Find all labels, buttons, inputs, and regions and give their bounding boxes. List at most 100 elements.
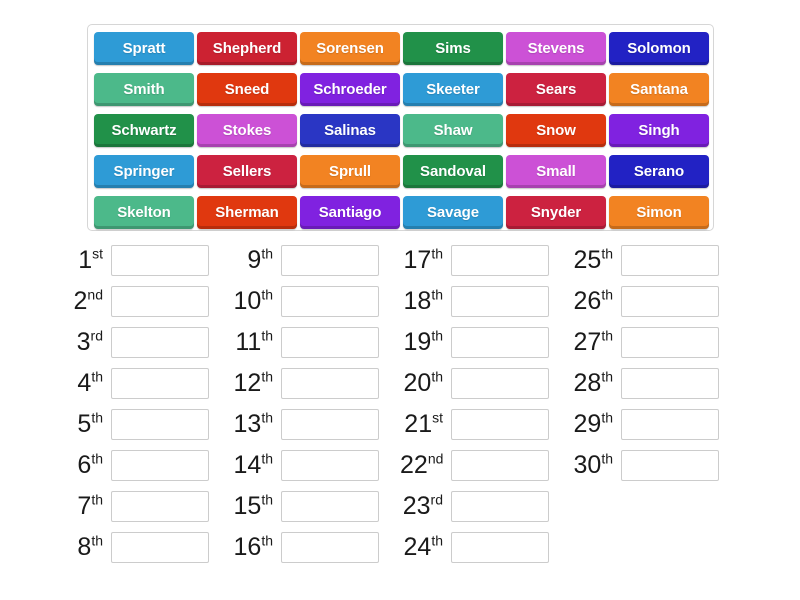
answer-slot[interactable] [111,491,209,522]
rank-ordinal: 29th [570,411,621,437]
answer-row: 16th [230,527,400,568]
answer-slot[interactable] [281,245,379,276]
answer-row: 22nd [400,445,570,486]
name-tile[interactable]: Sneed [197,73,297,106]
rank-number: 28 [573,369,602,397]
rank-number: 6 [77,451,92,479]
answer-slot[interactable] [281,286,379,317]
name-tile[interactable]: Snyder [506,196,606,229]
rank-suffix: th [91,491,103,508]
name-tile[interactable]: Skelton [94,196,194,229]
rank-number: 9 [247,246,262,274]
answer-row: 25th [570,240,740,281]
name-tile[interactable]: Spratt [94,32,194,65]
name-tile[interactable]: Solomon [609,32,709,65]
answer-row: 15th [230,486,400,527]
answer-slot[interactable] [621,286,719,317]
rank-suffix: th [91,368,103,385]
name-tile[interactable]: Schroeder [300,73,400,106]
name-tile[interactable]: Stevens [506,32,606,65]
name-tile[interactable]: Shaw [403,114,503,147]
answer-slot[interactable] [281,409,379,440]
rank-suffix: th [431,245,443,262]
answer-slot[interactable] [621,409,719,440]
activity-page: Spratt Shepherd Sorensen Sims Stevens Solomon… [0,0,800,600]
answer-slot[interactable] [281,368,379,399]
answer-slot[interactable] [621,245,719,276]
answer-slot[interactable] [111,245,209,276]
answer-slot[interactable] [451,450,549,481]
name-tile[interactable]: Sears [506,73,606,106]
rank-suffix: th [601,450,613,467]
name-tile[interactable]: Shepherd [197,32,297,65]
name-tile[interactable]: Santana [609,73,709,106]
rank-suffix: th [431,532,443,549]
answer-slot[interactable] [111,450,209,481]
name-tile[interactable]: Salinas [300,114,400,147]
answer-row: 23rd [400,486,570,527]
rank-ordinal: 30th [570,450,621,478]
answer-row: 17th [400,240,570,281]
answer-slot[interactable] [111,327,209,358]
rank-ordinal: 23rd [400,493,451,519]
name-tile[interactable]: Sellers [197,155,297,188]
rank-ordinal: 2nd [60,287,111,315]
answer-slot[interactable] [621,450,719,481]
answer-slot[interactable] [281,450,379,481]
answer-slot[interactable] [111,368,209,399]
answer-slot[interactable] [451,491,549,522]
answer-row: 19th [400,322,570,363]
name-tile[interactable]: Savage [403,196,503,229]
name-tile[interactable]: Skeeter [403,73,503,106]
rank-number: 2 [73,287,88,315]
name-tile[interactable]: Springer [94,155,194,188]
rank-number: 4 [77,369,92,397]
answer-row: 27th [570,322,740,363]
name-tile[interactable]: Sherman [197,196,297,229]
answer-slot[interactable] [621,368,719,399]
answer-slot[interactable] [451,286,549,317]
rank-ordinal: 21st [400,411,451,437]
name-tile[interactable]: Sims [403,32,503,65]
rank-ordinal: 5th [60,411,111,437]
rank-ordinal: 26th [570,288,621,314]
answer-slot[interactable] [451,368,549,399]
answer-slot[interactable] [111,409,209,440]
answer-slot[interactable] [451,327,549,358]
answer-slot[interactable] [621,327,719,358]
name-tile[interactable]: Small [506,155,606,188]
answer-row: 26th [570,281,740,322]
answer-slot[interactable] [281,491,379,522]
name-tile[interactable]: Sprull [300,155,400,188]
rank-ordinal: 28th [570,369,621,397]
name-tile[interactable]: Smith [94,73,194,106]
rank-ordinal: 24th [400,532,451,560]
answer-row: 10th [230,281,400,322]
name-tile[interactable]: Santiago [300,196,400,229]
name-tile[interactable]: Singh [609,114,709,147]
rank-number: 3 [76,328,91,356]
answer-slot[interactable] [111,286,209,317]
name-tile[interactable]: Stokes [197,114,297,147]
answer-column: 1st 2nd 3rd 4th 5th 6th 7th 8th [60,240,230,568]
name-tile[interactable]: Serano [609,155,709,188]
rank-number: 16 [233,533,262,561]
answer-slot[interactable] [111,532,209,563]
name-tile[interactable]: Schwartz [94,114,194,147]
answer-row: 24th [400,527,570,568]
rank-ordinal: 4th [60,368,111,397]
rank-ordinal: 7th [60,491,111,519]
name-tile[interactable]: Sandoval [403,155,503,188]
rank-number: 25 [573,246,602,274]
answer-slot[interactable] [281,327,379,358]
answer-slot[interactable] [451,532,549,563]
rank-ordinal: 16th [230,533,281,561]
name-tile[interactable]: Sorensen [300,32,400,65]
answer-slot[interactable] [451,245,549,276]
name-tile[interactable]: Simon [609,196,709,229]
rank-suffix: th [261,245,273,262]
rank-ordinal: 14th [230,452,281,478]
answer-slot[interactable] [281,532,379,563]
answer-slot[interactable] [451,409,549,440]
name-tile[interactable]: Snow [506,114,606,147]
